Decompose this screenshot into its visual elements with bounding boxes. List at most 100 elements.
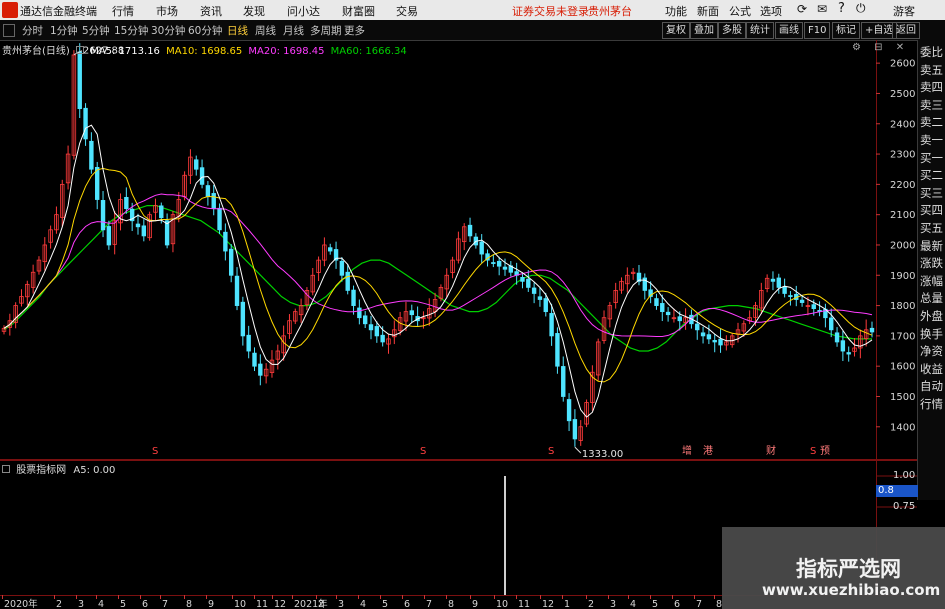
candle-body	[106, 226, 112, 246]
quote-field-label[interactable]: 涨幅	[920, 274, 945, 289]
date-tick-label: 7	[696, 599, 702, 609]
menu-item-gongneng[interactable]: 功能	[665, 3, 687, 19]
quote-field-label[interactable]: 收益	[920, 362, 945, 377]
event-marker[interactable]: S	[420, 446, 426, 457]
panel-toggle-icon[interactable]	[3, 24, 15, 37]
candle-body	[555, 333, 560, 367]
period-5min[interactable]: 5分钟	[82, 23, 110, 38]
date-tick-label: 5	[120, 599, 126, 609]
candle-body	[491, 262, 496, 264]
quote-field-label[interactable]: 最新	[920, 239, 945, 254]
event-marker[interactable]: 增	[682, 444, 692, 457]
help-icon[interactable]: ?	[838, 1, 845, 16]
menu-item-hangqing[interactable]: 行情	[112, 3, 134, 19]
mail-icon[interactable]: ✉	[817, 2, 827, 16]
date-tick-label: 4	[360, 599, 366, 609]
period-weekly[interactable]: 周线	[255, 23, 276, 38]
quote-field-label[interactable]: 买五	[920, 221, 945, 236]
quote-field-label[interactable]: 卖三	[920, 98, 945, 113]
back-button[interactable]: 返回	[892, 22, 920, 39]
sub-close-box-icon[interactable]	[2, 465, 10, 473]
menu-item-shichang[interactable]: 市场	[156, 3, 178, 19]
restore-icon[interactable]: ⊟	[874, 42, 882, 53]
candle-body	[205, 185, 211, 197]
period-daily[interactable]: 日线	[227, 23, 248, 38]
quote-field-label[interactable]: 涨跌	[920, 256, 945, 271]
quote-field-label[interactable]: 买二	[920, 168, 945, 183]
candle-body	[328, 247, 333, 252]
menu-item-wenxiaoda[interactable]: 问小达	[287, 3, 320, 19]
event-marker[interactable]: 预	[820, 445, 830, 457]
draw-button[interactable]: 画线	[775, 22, 803, 39]
menu-item-xinmian[interactable]: 新面	[697, 3, 719, 19]
kline-chart[interactable]: 2600 2500 2400 2300 2200 2100 2000 1900 1800 1700…	[0, 40, 917, 460]
stock-link[interactable]: 贵州茅台	[588, 3, 632, 19]
quote-field-label[interactable]: 净资	[920, 344, 945, 359]
user-label[interactable]: 游客	[893, 3, 915, 19]
sub-axis-input[interactable]: 0.8	[876, 485, 918, 497]
fuquan-button[interactable]: 复权	[662, 22, 690, 39]
event-marker[interactable]: S	[810, 446, 816, 457]
refresh-icon[interactable]: ⟳	[797, 2, 807, 16]
period-60min[interactable]: 60分钟	[188, 23, 222, 38]
date-tick-label: 4	[630, 599, 636, 609]
chart-header: 贵州茅台(日线) MA5: 1713.16 MA10: 1698.65 MA20…	[2, 42, 407, 57]
menu-item-gongshi[interactable]: 公式	[729, 3, 751, 19]
menu-item-jiaoyi[interactable]: 交易	[396, 3, 418, 19]
quote-field-label[interactable]: 委比	[920, 45, 945, 60]
period-more[interactable]: 更多	[344, 23, 365, 38]
event-marker[interactable]: 财	[766, 444, 776, 457]
quote-field-label[interactable]: 自动	[920, 379, 945, 394]
logout-icon[interactable]: ⏻	[856, 1, 866, 16]
quote-field-label[interactable]: 卖一	[920, 133, 945, 148]
event-marker[interactable]: S	[548, 446, 554, 457]
quote-field-label[interactable]: 行情	[920, 397, 945, 412]
quote-field-label[interactable]: 卖五	[920, 63, 945, 78]
quote-field-label[interactable]: 买四	[920, 203, 945, 218]
event-marker[interactable]: S	[152, 446, 158, 457]
quote-field-label[interactable]: 买三	[920, 186, 945, 201]
period-15min[interactable]: 15分钟	[114, 23, 148, 38]
price-tick-label: 2100	[890, 210, 915, 221]
login-notice[interactable]: 证券交易未登录	[512, 3, 589, 19]
quote-field-label[interactable]: 卖二	[920, 115, 945, 130]
date-tick-label: 9	[472, 599, 478, 609]
stats-button[interactable]: 统计	[746, 22, 774, 39]
menu-item-xuanxiang[interactable]: 选项	[760, 3, 782, 19]
price-tick-label: 1500	[890, 392, 915, 403]
period-multi[interactable]: 多周期	[310, 23, 342, 38]
date-tick-label: 8	[448, 599, 454, 609]
sub-chart-title: 股票指标网	[16, 465, 67, 476]
quote-field-label[interactable]: 卖四	[920, 80, 945, 95]
menu-item-zixun[interactable]: 资讯	[200, 3, 222, 19]
candle-body	[665, 311, 671, 316]
quote-field-label[interactable]: 外盘	[920, 309, 945, 324]
date-tick-label: 2	[318, 599, 324, 609]
f10-button[interactable]: F10	[804, 22, 831, 39]
mark-button[interactable]: 标记	[832, 22, 860, 39]
settings-icon[interactable]: ⚙	[852, 42, 861, 53]
candle-body	[258, 363, 263, 376]
multi-stock-button[interactable]: 多股	[718, 22, 746, 39]
period-30min[interactable]: 30分钟	[151, 23, 185, 38]
period-fenshi[interactable]: 分时	[22, 23, 43, 38]
close-box-icon[interactable]	[76, 46, 84, 54]
overlay-button[interactable]: 叠加	[690, 22, 718, 39]
chart-window-controls: ⚙ ⊟ ✕	[852, 42, 904, 53]
candle-body	[124, 196, 129, 210]
quote-field-label[interactable]: 买一	[920, 151, 945, 166]
menu-item-caifuquan[interactable]: 财富圈	[342, 3, 375, 19]
quote-field-label[interactable]: 总量	[920, 291, 945, 306]
candle-body	[368, 324, 374, 331]
event-marker[interactable]: 港	[703, 445, 713, 457]
date-tick-label: 10	[496, 599, 508, 609]
close-icon[interactable]: ✕	[896, 42, 904, 53]
price-tick-label: 2500	[890, 89, 915, 100]
candle-body	[345, 271, 350, 291]
candle-body	[362, 315, 368, 325]
quote-field-label[interactable]: 换手	[920, 327, 945, 342]
menu-item-faxian[interactable]: 发现	[243, 3, 265, 19]
period-1min[interactable]: 1分钟	[50, 23, 78, 38]
period-monthly[interactable]: 月线	[283, 23, 304, 38]
price-tick-label: 2300	[890, 150, 915, 161]
